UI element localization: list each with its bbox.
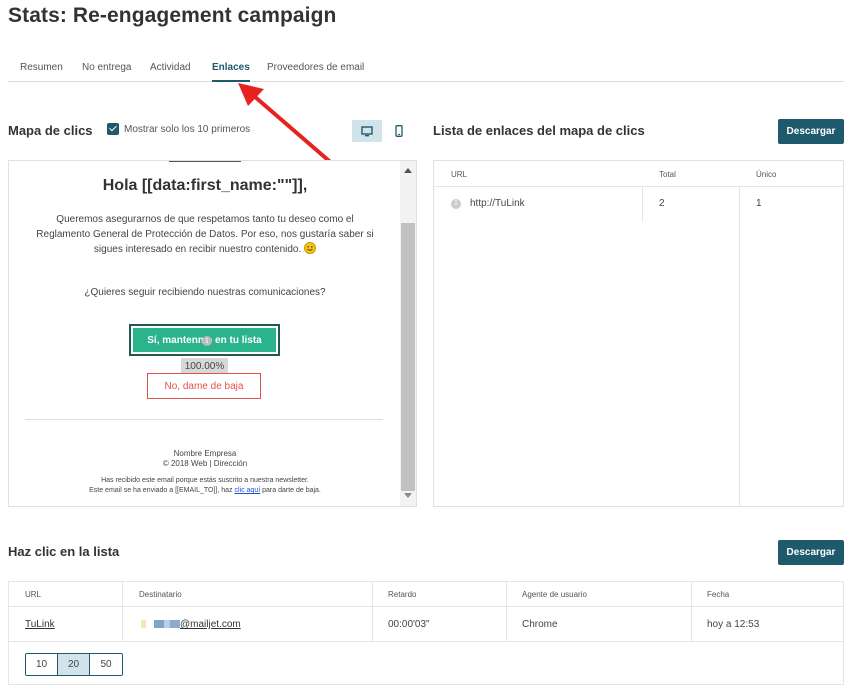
link-list-title: Lista de enlaces del mapa de clics — [433, 123, 645, 138]
preview-scrollbar[interactable] — [400, 161, 416, 506]
table-header: URL Destinatario Retardo Agente de usuar… — [9, 582, 843, 607]
recipient-email[interactable]: @mailjet.com — [180, 619, 241, 630]
column-unique: Único — [756, 170, 777, 179]
link-unique-cell: 1 — [756, 198, 762, 209]
footer-note-line1: Has recibido este email porque estás sus… — [101, 477, 309, 484]
email-paragraph: Queremos asegurarnos de que respetamos t… — [29, 212, 381, 257]
email-paragraph-text: Queremos asegurarnos de que respetamos t… — [36, 214, 374, 255]
delay-cell: 00:00'03" — [388, 619, 430, 630]
email-question: ¿Quieres seguir recibiendo nuestras comu… — [84, 287, 326, 298]
email-preview: Hola [[data:first_name:""]], Queremos as… — [8, 160, 417, 507]
click-list-title: Haz clic en la lista — [8, 544, 120, 559]
unsubscribe-link[interactable]: clic aquí — [234, 487, 260, 494]
scroll-thumb[interactable] — [401, 223, 415, 491]
column-date: Fecha — [707, 590, 730, 599]
link-url: http://TuLink — [470, 198, 525, 209]
email-top-rule — [169, 161, 241, 162]
user-agent-cell: Chrome — [522, 619, 558, 630]
redacted-block — [170, 620, 180, 628]
scroll-down-arrow-icon[interactable] — [404, 493, 412, 498]
mobile-icon — [395, 125, 403, 137]
scroll-up-arrow-icon[interactable] — [404, 168, 412, 173]
link-index-badge: 1 — [451, 199, 461, 209]
click-list-table: URL Destinatario Retardo Agente de usuar… — [8, 581, 844, 685]
column-delay: Retardo — [388, 590, 417, 599]
redacted-block — [141, 620, 146, 628]
click-map-title: Mapa de clics — [8, 123, 93, 138]
tab-proveedores-email[interactable]: Proveedores de email — [267, 55, 364, 82]
column-url: URL — [25, 590, 42, 599]
footer-copyright: © 2018 Web | Dirección — [162, 459, 248, 468]
column-divider — [739, 187, 740, 507]
email-heading: Hola [[data:first_name:""]], — [102, 177, 308, 194]
mobile-view-button[interactable] — [384, 120, 414, 142]
download-links-button[interactable]: Descargar — [778, 119, 844, 144]
show-top10-label: Mostrar solo los 10 primeros — [124, 123, 251, 135]
checkbox-checked-icon[interactable] — [107, 123, 119, 135]
download-clicks-button[interactable]: Descargar — [778, 540, 844, 565]
column-total: Total — [659, 170, 676, 179]
page-size-selector: 10 20 50 — [25, 653, 123, 676]
tab-actividad[interactable]: Actividad — [150, 55, 191, 82]
desktop-view-button[interactable] — [352, 120, 382, 142]
column-url: URL — [451, 170, 468, 179]
tab-resumen[interactable]: Resumen — [20, 55, 63, 82]
email-divider — [25, 419, 383, 420]
page-size-50[interactable]: 50 — [90, 654, 122, 675]
date-cell: hoy a 12:53 — [707, 619, 760, 630]
tab-no-entrega[interactable]: No entrega — [82, 55, 131, 82]
table-row[interactable]: 1 http://TuLink 2 1 — [434, 187, 843, 222]
smile-icon — [304, 242, 317, 254]
click-percentage: 100.00% — [181, 358, 228, 374]
footer-company: Nombre Empresa — [173, 449, 237, 458]
desktop-icon — [361, 125, 373, 136]
link-list-table: URL Total Único 1 http://TuLink 2 1 — [433, 160, 844, 507]
link-total-cell: 2 — [659, 198, 665, 209]
redacted-block — [154, 620, 164, 628]
keep-subscription-button[interactable]: Sí, mantenme en tu lista 1 — [129, 324, 280, 356]
column-divider — [642, 187, 643, 222]
footer-note-suffix: para darte de baja. — [260, 487, 321, 494]
link-url-cell: 1 http://TuLink — [451, 198, 525, 209]
tab-bar: Resumen No entrega Actividad Enlaces Pro… — [8, 55, 844, 82]
table-row[interactable]: TuLink @mailjet.com 00:00'03" Chrome hoy… — [9, 607, 843, 642]
recipient-cell: @mailjet.com — [141, 619, 241, 630]
footer-note-prefix: Este email se ha enviado a [[EMAIL_TO]],… — [89, 487, 235, 494]
page-size-10[interactable]: 10 — [26, 654, 58, 675]
click-url-link[interactable]: TuLink — [25, 619, 55, 630]
page-title: Stats: Re-engagement campaign — [8, 4, 337, 27]
show-top10-checkbox[interactable]: Mostrar solo los 10 primeros — [107, 123, 250, 135]
click-count-badge: 1 — [202, 336, 212, 346]
tab-enlaces[interactable]: Enlaces — [212, 55, 250, 82]
table-header: URL Total Único — [434, 161, 843, 187]
unsubscribe-button[interactable]: No, dame de baja — [147, 373, 261, 399]
column-user-agent: Agente de usuario — [522, 590, 587, 599]
column-recipient: Destinatario — [139, 590, 182, 599]
footer-note-line2: Este email se ha enviado a [[EMAIL_TO]],… — [9, 487, 401, 494]
page-size-20[interactable]: 20 — [58, 654, 90, 675]
